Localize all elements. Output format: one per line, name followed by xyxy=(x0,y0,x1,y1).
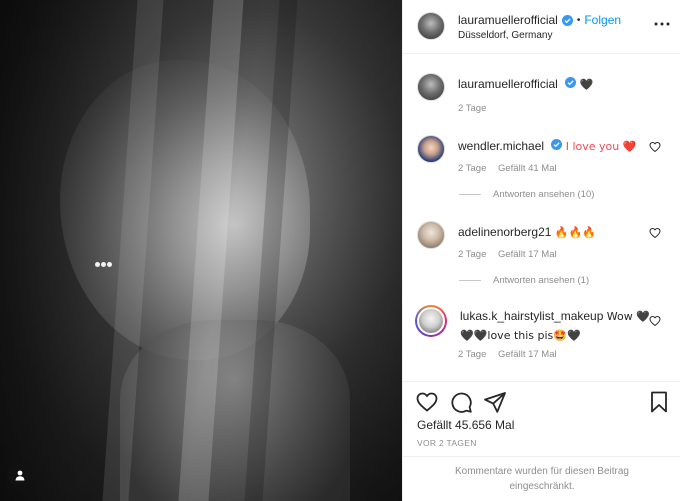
comment-text: adelinenorberg21 🔥🔥🔥 xyxy=(458,223,648,242)
heart-icon[interactable] xyxy=(649,227,661,239)
caption-meta: 2 Tage xyxy=(458,103,495,114)
heart-icon[interactable] xyxy=(649,141,661,153)
post-sidebar: lauramuellerofficial • Folgen Düsseldorf… xyxy=(402,0,680,501)
replies-divider xyxy=(459,280,481,281)
commenter-avatar[interactable] xyxy=(417,135,445,163)
post-date[interactable]: VOR 2 TAGEN xyxy=(417,438,477,448)
comment-time[interactable]: 2 Tage xyxy=(458,163,486,174)
earring-detail xyxy=(95,254,117,267)
caption-emoji: 🖤 xyxy=(579,78,594,91)
view-replies-button[interactable]: Antworten ansehen (1) xyxy=(459,275,589,286)
comment-likes[interactable]: Gefällt 41 Mal xyxy=(498,163,557,174)
person-icon[interactable] xyxy=(8,463,32,487)
separator-dot: • xyxy=(576,14,581,26)
post-header: lauramuellerofficial • Folgen Düsseldorf… xyxy=(403,0,680,54)
comment-text: lukas.k_hairstylist_makeup Wow 🖤🖤🖤love t… xyxy=(460,307,650,345)
comment-time[interactable]: 2 Tage xyxy=(458,249,486,260)
comments-restricted-notice: Kommentare wurden für diesen Beitrag ein… xyxy=(403,456,680,501)
comment-list[interactable]: lauramuellerofficial 🖤 2 Tage wendler.mi… xyxy=(403,55,680,381)
more-horizontal-icon[interactable] xyxy=(651,15,673,33)
verified-badge-icon xyxy=(565,77,577,88)
post-photo[interactable] xyxy=(0,0,402,501)
comment-likes[interactable]: Gefällt 17 Mal xyxy=(498,349,557,360)
comment-username[interactable]: wendler.michael xyxy=(458,139,544,153)
caption-text: lauramuellerofficial 🖤 xyxy=(458,75,648,94)
heart-icon[interactable] xyxy=(415,390,439,414)
verified-badge-icon xyxy=(551,139,563,150)
photo-shading xyxy=(0,0,402,501)
comment-meta: 2 Tage Gefällt 17 Mal xyxy=(458,349,566,360)
instagram-post: lauramuellerofficial • Folgen Düsseldorf… xyxy=(0,0,680,501)
caption-username[interactable]: lauramuellerofficial xyxy=(458,77,558,91)
view-replies-button[interactable]: Antworten ansehen (10) xyxy=(459,189,594,200)
author-line: lauramuellerofficial • Folgen xyxy=(458,13,621,27)
comment-body: 🔥🔥🔥 xyxy=(554,226,596,239)
author-avatar[interactable] xyxy=(417,73,445,101)
action-bar xyxy=(403,381,680,419)
share-icon[interactable] xyxy=(483,390,507,414)
replies-divider xyxy=(459,194,481,195)
comment-meta: 2 Tage Gefällt 41 Mal xyxy=(458,163,566,174)
story-ring[interactable] xyxy=(415,305,447,337)
verified-badge-icon xyxy=(561,14,573,26)
caption-time[interactable]: 2 Tage xyxy=(458,103,486,114)
restricted-text: Kommentare wurden für diesen Beitrag ein… xyxy=(455,466,629,492)
bookmark-icon[interactable] xyxy=(647,390,671,414)
heart-icon[interactable] xyxy=(649,315,661,327)
comment-time[interactable]: 2 Tage xyxy=(458,349,486,360)
comment-username[interactable]: adelinenorberg21 xyxy=(458,225,551,239)
comment-text: wendler.michael I love you ❤️ xyxy=(458,137,648,156)
like-count[interactable]: Gefällt 45.656 Mal xyxy=(417,418,514,432)
author-username[interactable]: lauramuellerofficial xyxy=(458,13,558,27)
comment-body: I love you ❤️ xyxy=(565,140,637,153)
follow-button[interactable]: Folgen xyxy=(584,13,621,27)
post-location[interactable]: Düsseldorf, Germany xyxy=(458,30,552,41)
author-avatar[interactable] xyxy=(417,12,445,40)
commenter-avatar[interactable] xyxy=(417,221,445,249)
view-replies-label[interactable]: Antworten ansehen (1) xyxy=(493,275,589,286)
comment-likes[interactable]: Gefällt 17 Mal xyxy=(498,249,557,260)
comment-icon[interactable] xyxy=(449,390,473,414)
comment-username[interactable]: lukas.k_hairstylist_makeup xyxy=(460,309,603,323)
commenter-avatar[interactable] xyxy=(417,307,445,335)
view-replies-label[interactable]: Antworten ansehen (10) xyxy=(493,189,594,200)
comment-meta: 2 Tage Gefällt 17 Mal xyxy=(458,249,566,260)
